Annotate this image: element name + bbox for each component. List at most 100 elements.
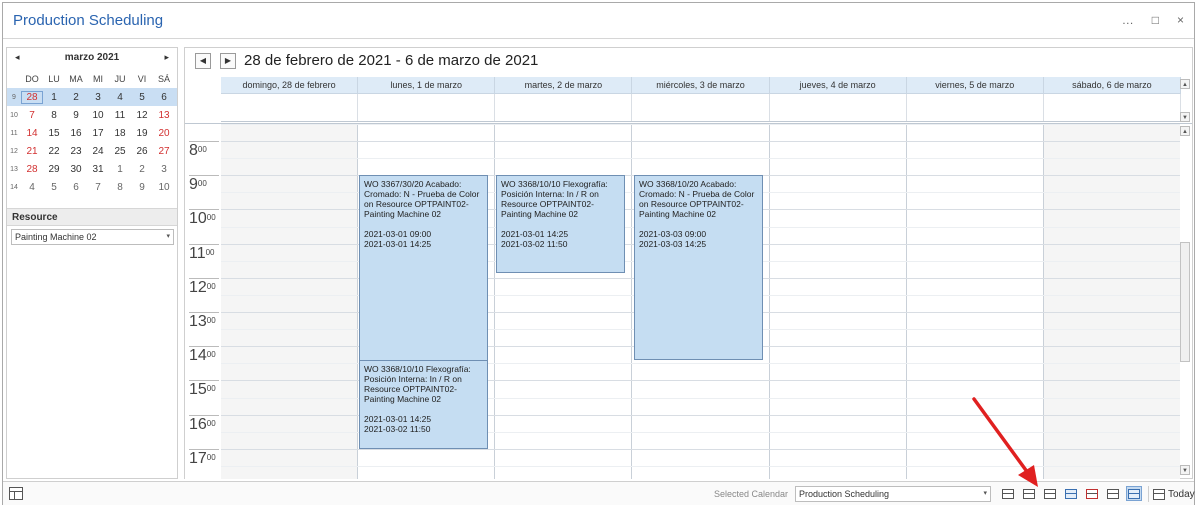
mini-calendar-day[interactable]: 18	[109, 128, 131, 139]
mini-calendar-day[interactable]: 14	[21, 128, 43, 139]
chevron-down-icon[interactable]: ▾	[983, 489, 987, 497]
today-button[interactable]: Today	[1148, 486, 1197, 502]
maximize-button[interactable]: □	[1152, 13, 1159, 27]
resource-dropdown-value: Painting Machine 02	[15, 232, 97, 242]
mini-calendar-day[interactable]: 20	[153, 128, 175, 139]
mini-calendar-day[interactable]: 7	[21, 110, 43, 121]
scrollbar-thumb[interactable]	[1180, 242, 1190, 362]
mini-calendar-day[interactable]: 30	[65, 164, 87, 175]
time-grid-scrollbar[interactable]: ▲ ▼	[1180, 126, 1190, 476]
timeline-view-button[interactable]	[1084, 486, 1100, 501]
mini-calendar-day[interactable]: 1	[43, 92, 65, 103]
mini-calendar-day[interactable]: 17	[87, 128, 109, 139]
day-header[interactable]: lunes, 1 de marzo	[358, 77, 496, 93]
all-day-cell[interactable]	[495, 94, 633, 121]
agenda-view-button[interactable]	[1105, 486, 1121, 501]
mini-calendar-day[interactable]: 9	[131, 182, 153, 193]
day-column[interactable]	[769, 124, 907, 479]
mini-calendar-day[interactable]: 10	[153, 182, 175, 193]
day-view-button[interactable]	[1000, 486, 1016, 501]
status-bar: Selected Calendar Production Scheduling …	[3, 481, 1197, 505]
selected-calendar-dropdown[interactable]: Production Scheduling ▾	[795, 486, 991, 502]
appointment-title: WO 3368/10/20 Acabado: Cromado: N - Prue…	[639, 179, 755, 219]
day-header[interactable]: sábado, 6 de marzo	[1044, 77, 1181, 93]
mini-calendar-week: 13 28 29 30 31 1 2 3	[7, 160, 177, 178]
mini-calendar-day[interactable]: 7	[87, 182, 109, 193]
mini-calendar-day[interactable]: 31	[87, 164, 109, 175]
all-day-cell[interactable]	[221, 94, 359, 121]
appointment-title: WO 3367/30/20 Acabado: Cromado: N - Prue…	[364, 179, 480, 219]
all-day-cell[interactable]	[632, 94, 770, 121]
mini-calendar-day[interactable]: 23	[65, 146, 87, 157]
mini-calendar-day[interactable]: 29	[43, 164, 65, 175]
scroll-down-icon[interactable]: ▼	[1180, 112, 1190, 122]
mini-calendar-day[interactable]: 21	[21, 146, 43, 157]
mini-calendar-day[interactable]: 22	[43, 146, 65, 157]
mini-calendar-day[interactable]: 1	[109, 164, 131, 175]
toggle-panel-icon[interactable]	[9, 487, 23, 500]
mini-calendar-day[interactable]: 5	[131, 92, 153, 103]
day-header[interactable]: martes, 2 de marzo	[495, 77, 633, 93]
scroll-up-icon[interactable]: ▲	[1180, 79, 1190, 89]
mini-calendar-grid: DO LU MA MI JU VI SÁ 9 28 1 2 3 4 5 6 10…	[7, 70, 177, 196]
day-column[interactable]	[906, 124, 1044, 479]
mini-calendar-day[interactable]: 2	[131, 164, 153, 175]
mini-calendar-day[interactable]: 28	[21, 164, 43, 175]
chevron-down-icon[interactable]: ▾	[166, 232, 170, 240]
hour-label: 1400	[189, 346, 219, 365]
mini-calendar-day[interactable]: 26	[131, 146, 153, 157]
resource-dropdown[interactable]: Painting Machine 02 ▾	[11, 229, 174, 245]
mini-calendar-day[interactable]: 3	[153, 164, 175, 175]
mini-calendar-day[interactable]: 25	[109, 146, 131, 157]
all-day-cell[interactable]	[1044, 94, 1181, 121]
more-options-button[interactable]: …	[1122, 13, 1134, 27]
scroll-down-icon[interactable]: ▼	[1180, 465, 1190, 475]
week-number: 13	[10, 165, 18, 173]
day-header[interactable]: miércoles, 3 de marzo	[632, 77, 770, 93]
appointment[interactable]: WO 3368/10/10 Flexografía: Posición Inte…	[496, 175, 625, 273]
gantt-view-button[interactable]	[1126, 486, 1142, 501]
all-day-cell[interactable]	[907, 94, 1044, 121]
mini-calendar-day[interactable]: 27	[153, 146, 175, 157]
mini-calendar-day[interactable]: 4	[109, 92, 131, 103]
mini-calendar-day[interactable]: 28	[21, 90, 43, 104]
mini-calendar-week-selected[interactable]: 9 28 1 2 3 4 5 6	[7, 88, 177, 106]
day-column[interactable]	[221, 124, 359, 479]
mini-calendar-day[interactable]: 4	[21, 182, 43, 193]
appointment[interactable]: WO 3368/10/20 Acabado: Cromado: N - Prue…	[634, 175, 763, 360]
mini-calendar-day[interactable]: 5	[43, 182, 65, 193]
mini-calendar-day[interactable]: 3	[87, 92, 109, 103]
mini-calendar-day[interactable]: 8	[43, 110, 65, 121]
day-column[interactable]	[1043, 124, 1180, 479]
mini-calendar-day[interactable]: 24	[87, 146, 109, 157]
mini-calendar-day[interactable]: 16	[65, 128, 87, 139]
mini-calendar-day[interactable]: 8	[109, 182, 131, 193]
mini-calendar-day[interactable]: 11	[109, 110, 131, 121]
mini-calendar-day[interactable]: 19	[131, 128, 153, 139]
appointment[interactable]: WO 3367/30/20 Acabado: Cromado: N - Prue…	[359, 175, 488, 361]
mini-calendar-day[interactable]: 2	[65, 92, 87, 103]
mini-calendar-day[interactable]: 12	[131, 110, 153, 121]
month-view-button[interactable]	[1063, 486, 1079, 501]
scroll-up-icon[interactable]: ▲	[1180, 126, 1190, 136]
appointment[interactable]: WO 3368/10/10 Flexografía: Posición Inte…	[359, 360, 488, 449]
mini-calendar-day[interactable]: 9	[65, 110, 87, 121]
all-day-cell[interactable]	[358, 94, 496, 121]
day-header[interactable]: viernes, 5 de marzo	[907, 77, 1044, 93]
day-header[interactable]: domingo, 28 de febrero	[221, 77, 359, 93]
week-view-button[interactable]	[1042, 486, 1058, 501]
close-button[interactable]: ×	[1177, 13, 1184, 27]
next-period-button[interactable]: ▶	[220, 53, 236, 69]
mini-calendar-day[interactable]: 6	[153, 92, 175, 103]
prev-period-button[interactable]: ◀	[195, 53, 211, 69]
mini-calendar-day[interactable]: 13	[153, 110, 175, 121]
mini-calendar-day[interactable]: 10	[87, 110, 109, 121]
mini-calendar-prev-icon[interactable]: ◂	[15, 52, 20, 63]
mini-calendar-next-icon[interactable]: ▸	[164, 52, 169, 63]
work-week-view-button[interactable]	[1021, 486, 1037, 501]
day-header[interactable]: jueves, 4 de marzo	[770, 77, 907, 93]
mini-calendar-day[interactable]: 6	[65, 182, 87, 193]
mini-calendar-day[interactable]: 15	[43, 128, 65, 139]
all-day-scrollbar[interactable]: ▲ ▼	[1180, 77, 1190, 124]
all-day-cell[interactable]	[770, 94, 907, 121]
